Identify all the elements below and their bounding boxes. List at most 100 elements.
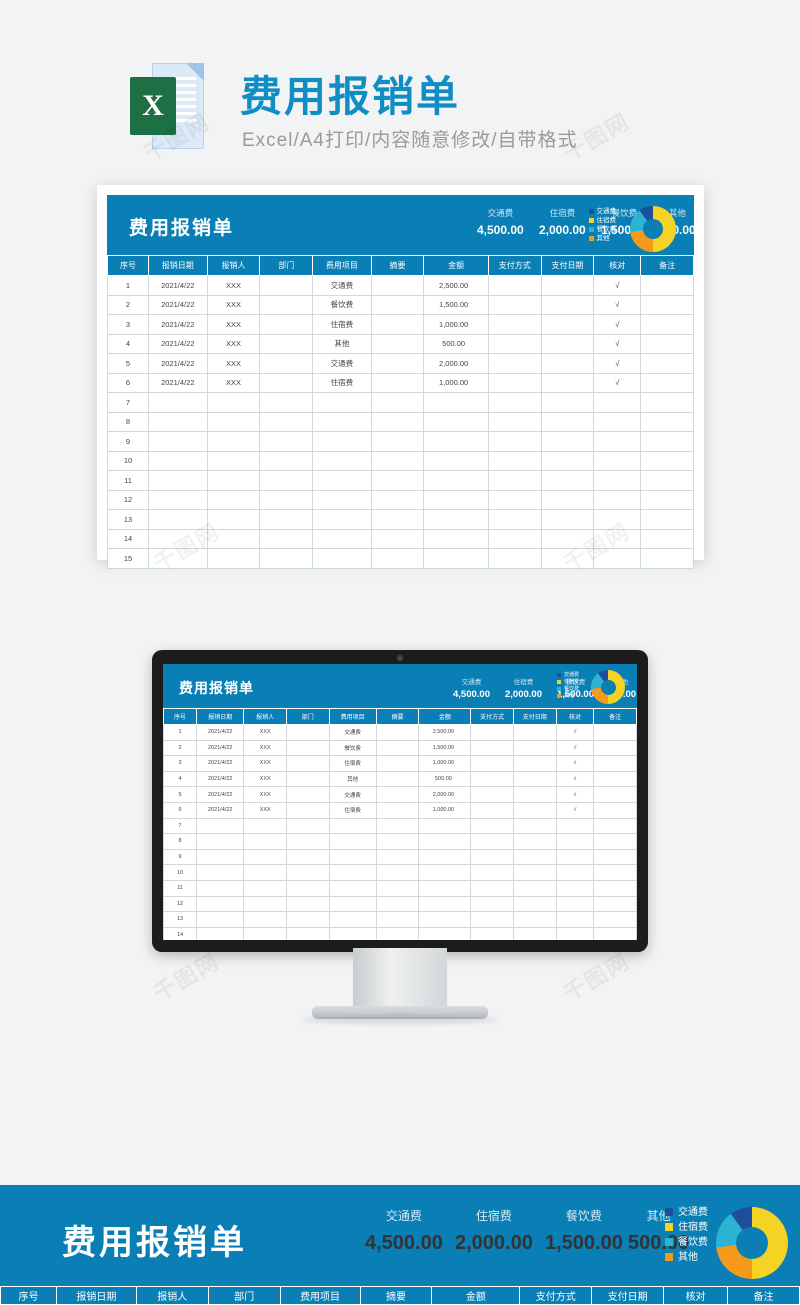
cell-check: √ <box>555 755 595 772</box>
cell-check <box>593 489 642 510</box>
cell-amount <box>423 411 489 432</box>
cell-remark <box>640 333 694 354</box>
cell-date: 2021/4/22 <box>148 314 208 335</box>
column-header-9: 核对 <box>593 255 642 276</box>
cell-pay <box>470 724 514 741</box>
summary-cell-0-mini: 交通费 4,500.00 <box>453 679 490 700</box>
cell-pay <box>470 817 514 835</box>
column-header-3: 部门 <box>285 708 330 725</box>
table-body-mini: 1 2021/4/22 XXX 交通费 2,500.00 √ 2 2021/4/22 XXX 餐饮… <box>163 724 637 940</box>
cell-date <box>148 470 208 491</box>
cell-no: 4 <box>163 770 198 788</box>
cell-pay <box>470 801 514 819</box>
cell-no: 8 <box>106 411 150 432</box>
cell-item <box>312 411 372 432</box>
cell-person: XXX <box>206 333 261 354</box>
cell-no: 3 <box>106 314 150 335</box>
cell-memo <box>370 372 425 393</box>
cell-check <box>555 864 595 881</box>
cell-amount: 1,500.00 <box>418 739 472 757</box>
cell-paydate <box>512 755 557 772</box>
cell-item: 住宿费 <box>328 755 377 772</box>
cell-date <box>196 833 245 850</box>
cell-no: 6 <box>106 372 150 393</box>
cell-item: 住宿费 <box>328 801 377 819</box>
cell-pay <box>470 911 514 928</box>
chart-legend: 交通费 住宿费 餐饮费 其他 <box>588 207 616 243</box>
cell-memo <box>375 770 420 788</box>
column-header-8: 支付日期 <box>540 255 595 276</box>
cell-memo <box>375 833 420 850</box>
legend-item-2: 餐饮费 <box>588 225 616 234</box>
cell-check <box>555 848 595 866</box>
cell-person: XXX <box>243 801 287 819</box>
cell-person: XXX <box>243 770 287 788</box>
cell-paydate <box>540 392 595 413</box>
cell-amount <box>418 817 472 835</box>
sheet-preview: 费用报销单 交通费 4,500.00 住宿费 2,000.00 餐饮费 1,50… <box>106 195 696 569</box>
cell-item <box>312 528 372 549</box>
cell-amount <box>423 470 489 491</box>
cell-date: 2021/4/22 <box>148 353 208 374</box>
cell-memo <box>370 450 425 471</box>
summary-label: 交通费 <box>487 208 514 218</box>
cell-memo <box>370 353 425 374</box>
cell-paydate <box>512 724 557 741</box>
cell-dept <box>259 372 314 393</box>
cell-pay <box>470 864 514 881</box>
table-row: 11 <box>106 470 694 491</box>
cell-paydate <box>540 333 595 354</box>
cell-pay <box>470 879 514 897</box>
legend-item-0: 交通费 <box>588 207 616 216</box>
cell-pay <box>487 294 542 315</box>
cell-memo <box>370 314 425 335</box>
cell-person <box>206 431 261 452</box>
cell-remark <box>640 509 694 530</box>
cell-dept <box>259 275 314 296</box>
cell-remark <box>593 926 637 940</box>
cell-person <box>243 926 287 940</box>
cell-memo <box>370 470 425 491</box>
cell-person <box>206 489 261 510</box>
cell-check <box>593 392 642 413</box>
cell-remark <box>640 372 694 393</box>
cell-dept <box>285 864 330 881</box>
bottom-header-row: 序号 报销日期 报销人 部门 费用项目 摘要 金额 支付方式 支付日期 核对 备注 <box>0 1286 800 1305</box>
cell-check <box>555 833 595 850</box>
table-row: 2 2021/4/22 XXX 餐饮费 1,500.00 √ <box>106 294 694 315</box>
column-header-6: 金额 <box>418 708 472 725</box>
column-header-1: 报销日期 <box>196 708 245 725</box>
cell-check: √ <box>593 275 642 296</box>
cell-remark <box>640 353 694 374</box>
cell-check <box>593 548 642 569</box>
cell-amount <box>423 431 489 452</box>
cell-dept <box>259 509 314 530</box>
cell-date <box>148 450 208 471</box>
cell-person <box>243 879 287 897</box>
column-header-0: 序号 <box>106 255 150 276</box>
cell-remark <box>640 450 694 471</box>
cell-check <box>593 509 642 530</box>
column-header-2: 报销人 <box>243 708 287 725</box>
cell-memo <box>370 431 425 452</box>
cell-memo <box>375 848 420 866</box>
cell-no: 7 <box>106 392 150 413</box>
cell-dept <box>285 786 330 803</box>
table-row: 1 2021/4/22 XXX 交通费 2,500.00 √ <box>163 724 637 741</box>
cell-paydate <box>540 509 595 530</box>
cell-item: 其他 <box>328 770 377 788</box>
cell-check: √ <box>593 353 642 374</box>
cell-check <box>555 926 595 940</box>
cell-check <box>593 431 642 452</box>
cell-amount <box>418 926 472 940</box>
cell-date <box>148 548 208 569</box>
cell-person <box>206 548 261 569</box>
column-header-7: 支付方式 <box>519 1286 593 1305</box>
expense-donut-chart <box>630 206 676 252</box>
cell-memo <box>375 739 420 757</box>
cell-pay <box>487 411 542 432</box>
cell-dept <box>259 353 314 374</box>
cell-item: 餐饮费 <box>328 739 377 757</box>
table-row: 10 <box>106 450 694 471</box>
cell-item: 交通费 <box>328 786 377 803</box>
